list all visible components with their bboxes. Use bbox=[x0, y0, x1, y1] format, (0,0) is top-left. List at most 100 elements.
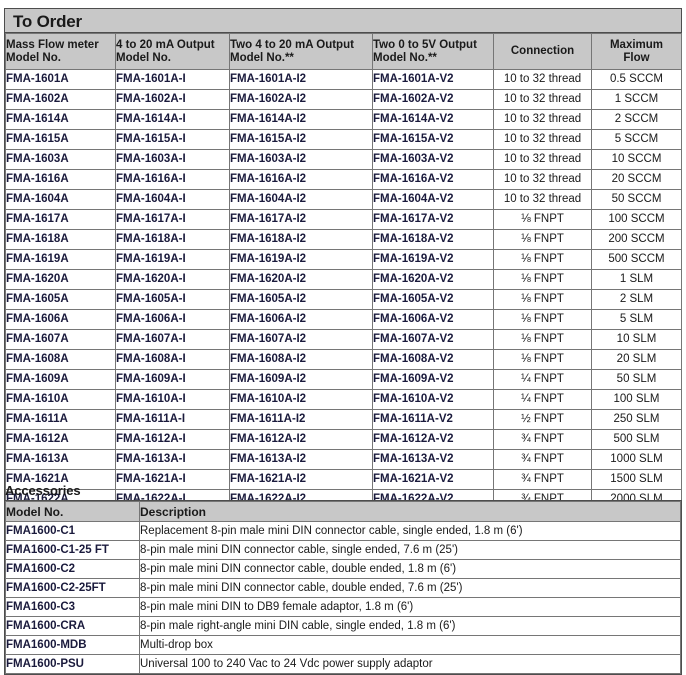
cell-two-4-20ma-model: FMA-1618A-I2 bbox=[229, 229, 373, 250]
cell-mass-flow-meter-model: FMA-1610A bbox=[5, 389, 116, 410]
cell-accessory-model: FMA1600-C2 bbox=[5, 559, 140, 579]
cell-two-0-5v-model: FMA-1601A-V2 bbox=[372, 69, 494, 90]
cell-mass-flow-meter-model: FMA-1602A bbox=[5, 89, 116, 110]
cell-accessory-description: 8-pin male right-angle mini DIN cable, s… bbox=[139, 616, 681, 636]
cell-maximum-flow: 100 SCCM bbox=[591, 209, 682, 230]
table-row: FMA-1617A FMA-1617A-I FMA-1617A-I2 FMA-1617… bbox=[5, 209, 682, 230]
to-order-table-head: Mass Flow meter Model No. 4 to 20 mA Out… bbox=[5, 33, 682, 70]
cell-two-4-20ma-model: FMA-1621A-I2 bbox=[229, 469, 373, 490]
cell-connection: 10 to 32 thread bbox=[493, 69, 592, 90]
accessories-table-body: FMA1600-C1 Replacement 8-pin male mini DI… bbox=[5, 521, 681, 674]
cell-two-4-20ma-model: FMA-1606A-I2 bbox=[229, 309, 373, 330]
cell-connection: ⅛ FNPT bbox=[493, 309, 592, 330]
cell-two-0-5v-model: FMA-1602A-V2 bbox=[372, 89, 494, 110]
table-row: FMA-1608A FMA-1608A-I FMA-1608A-I2 FMA-1608… bbox=[5, 349, 682, 370]
cell-maximum-flow: 250 SLM bbox=[591, 409, 682, 430]
cell-two-0-5v-model: FMA-1610A-V2 bbox=[372, 389, 494, 410]
cell-two-0-5v-model: FMA-1621A-V2 bbox=[372, 469, 494, 490]
column-header-maximum-flow: Maximum Flow bbox=[591, 33, 682, 70]
cell-mass-flow-meter-model: FMA-1606A bbox=[5, 309, 116, 330]
table-row: FMA-1606A FMA-1606A-I FMA-1606A-I2 FMA-1606… bbox=[5, 309, 682, 330]
cell-accessory-model: FMA1600-MDB bbox=[5, 635, 140, 655]
table-row: FMA-1613A FMA-1613A-I FMA-1613A-I2 FMA-1613… bbox=[5, 449, 682, 470]
cell-connection: ⅛ FNPT bbox=[493, 349, 592, 370]
order-page: To Order Mass Flow meter Model No. 4 to … bbox=[0, 0, 686, 675]
cell-maximum-flow: 100 SLM bbox=[591, 389, 682, 410]
cell-mass-flow-meter-model: FMA-1613A bbox=[5, 449, 116, 470]
cell-maximum-flow: 1000 SLM bbox=[591, 449, 682, 470]
cell-connection: ¾ FNPT bbox=[493, 429, 592, 450]
cell-maximum-flow: 5 SCCM bbox=[591, 129, 682, 150]
cell-two-0-5v-model: FMA-1605A-V2 bbox=[372, 289, 494, 310]
to-order-title: To Order bbox=[5, 9, 681, 33]
cell-two-4-20ma-model: FMA-1607A-I2 bbox=[229, 329, 373, 350]
cell-two-0-5v-model: FMA-1616A-V2 bbox=[372, 169, 494, 190]
cell-4-20ma-model: FMA-1602A-I bbox=[115, 89, 230, 110]
cell-two-0-5v-model: FMA-1619A-V2 bbox=[372, 249, 494, 270]
cell-two-0-5v-model: FMA-1613A-V2 bbox=[372, 449, 494, 470]
cell-maximum-flow: 1500 SLM bbox=[591, 469, 682, 490]
table-row: FMA-1611A FMA-1611A-I FMA-1611A-I2 FMA-1611… bbox=[5, 409, 682, 430]
cell-maximum-flow: 5 SLM bbox=[591, 309, 682, 330]
list-item: FMA1600-C2-25FT 8-pin male mini DIN conne… bbox=[5, 578, 681, 598]
cell-two-4-20ma-model: FMA-1609A-I2 bbox=[229, 369, 373, 390]
cell-connection: ⅛ FNPT bbox=[493, 289, 592, 310]
cell-accessory-description: 8-pin male mini DIN to DB9 female adapto… bbox=[139, 597, 681, 617]
to-order-table-body: FMA-1601A FMA-1601A-I FMA-1601A-I2 FMA-1601… bbox=[5, 69, 682, 530]
cell-mass-flow-meter-model: FMA-1605A bbox=[5, 289, 116, 310]
cell-two-4-20ma-model: FMA-1603A-I2 bbox=[229, 149, 373, 170]
cell-mass-flow-meter-model: FMA-1612A bbox=[5, 429, 116, 450]
cell-two-0-5v-model: FMA-1603A-V2 bbox=[372, 149, 494, 170]
list-item: FMA1600-C1-25 FT 8-pin male mini DIN conn… bbox=[5, 540, 681, 560]
cell-two-0-5v-model: FMA-1608A-V2 bbox=[372, 349, 494, 370]
cell-accessory-model: FMA1600-CRA bbox=[5, 616, 140, 636]
header-line-1: Two 0 to 5V Output bbox=[373, 39, 477, 51]
table-row: FMA-1620A FMA-1620A-I FMA-1620A-I2 FMA-1620… bbox=[5, 269, 682, 290]
table-row: FMA-1614A FMA-1614A-I FMA-1614A-I2 FMA-1614… bbox=[5, 109, 682, 130]
cell-maximum-flow: 500 SCCM bbox=[591, 249, 682, 270]
cell-mass-flow-meter-model: FMA-1619A bbox=[5, 249, 116, 270]
cell-connection: ¾ FNPT bbox=[493, 449, 592, 470]
cell-connection: ⅛ FNPT bbox=[493, 249, 592, 270]
header-line-1: Connection bbox=[510, 45, 575, 58]
cell-connection: 10 to 32 thread bbox=[493, 149, 592, 170]
table-row: FMA-1612A FMA-1612A-I FMA-1612A-I2 FMA-1612… bbox=[5, 429, 682, 450]
header-line-1: Mass Flow meter bbox=[6, 39, 99, 51]
accessories-table-head: Model No. Description bbox=[5, 501, 681, 522]
cell-maximum-flow: 1 SLM bbox=[591, 269, 682, 290]
cell-two-4-20ma-model: FMA-1602A-I2 bbox=[229, 89, 373, 110]
table-row: FMA-1618A FMA-1618A-I FMA-1618A-I2 FMA-1618… bbox=[5, 229, 682, 250]
cell-maximum-flow: 2 SLM bbox=[591, 289, 682, 310]
cell-connection: ¼ FNPT bbox=[493, 389, 592, 410]
cell-maximum-flow: 2 SCCM bbox=[591, 109, 682, 130]
cell-4-20ma-model: FMA-1613A-I bbox=[115, 449, 230, 470]
column-header-accessory-model: Model No. bbox=[5, 501, 140, 522]
table-row: FMA-1603A FMA-1603A-I FMA-1603A-I2 FMA-1603… bbox=[5, 149, 682, 170]
cell-mass-flow-meter-model: FMA-1604A bbox=[5, 189, 116, 210]
cell-4-20ma-model: FMA-1611A-I bbox=[115, 409, 230, 430]
header-line-2: Model No. bbox=[6, 51, 61, 64]
cell-maximum-flow: 20 SLM bbox=[591, 349, 682, 370]
table-row: FMA-1619A FMA-1619A-I FMA-1619A-I2 FMA-1619… bbox=[5, 249, 682, 270]
header-line-2: Flow bbox=[623, 51, 650, 64]
cell-two-4-20ma-model: FMA-1616A-I2 bbox=[229, 169, 373, 190]
cell-two-4-20ma-model: FMA-1611A-I2 bbox=[229, 409, 373, 430]
column-header-accessory-description: Description bbox=[139, 501, 681, 522]
cell-mass-flow-meter-model: FMA-1616A bbox=[5, 169, 116, 190]
cell-mass-flow-meter-model: FMA-1614A bbox=[5, 109, 116, 130]
column-header-mass-flow-meter-model: Mass Flow meter Model No. bbox=[5, 33, 116, 70]
cell-accessory-description: Universal 100 to 240 Vac to 24 Vdc power… bbox=[139, 654, 681, 674]
cell-two-0-5v-model: FMA-1607A-V2 bbox=[372, 329, 494, 350]
cell-two-4-20ma-model: FMA-1614A-I2 bbox=[229, 109, 373, 130]
cell-connection: ⅛ FNPT bbox=[493, 329, 592, 350]
cell-two-4-20ma-model: FMA-1613A-I2 bbox=[229, 449, 373, 470]
cell-connection: 10 to 32 thread bbox=[493, 189, 592, 210]
cell-two-4-20ma-model: FMA-1617A-I2 bbox=[229, 209, 373, 230]
cell-two-4-20ma-model: FMA-1601A-I2 bbox=[229, 69, 373, 90]
column-header-4-20ma-model: 4 to 20 mA Output Model No. bbox=[115, 33, 230, 70]
cell-4-20ma-model: FMA-1604A-I bbox=[115, 189, 230, 210]
list-item: FMA1600-C2 8-pin male mini DIN connector … bbox=[5, 559, 681, 579]
cell-connection: ¼ FNPT bbox=[493, 369, 592, 390]
cell-connection: 10 to 32 thread bbox=[493, 89, 592, 110]
cell-mass-flow-meter-model: FMA-1603A bbox=[5, 149, 116, 170]
